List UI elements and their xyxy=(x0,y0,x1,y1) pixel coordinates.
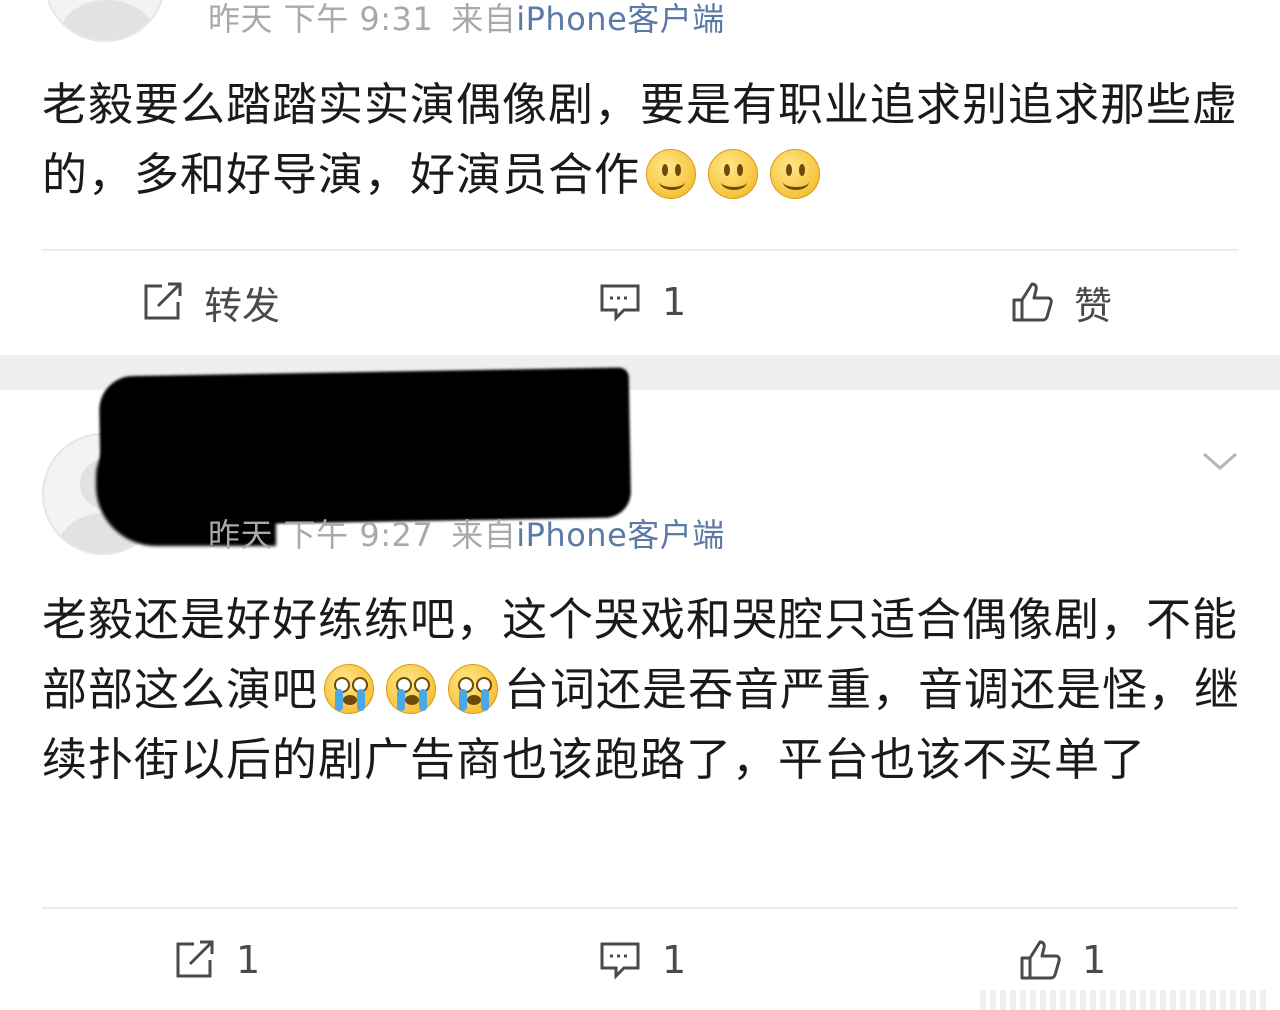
comment-icon xyxy=(600,942,640,980)
repost-count: 1 xyxy=(236,938,261,982)
repost-icon xyxy=(176,940,214,978)
crying-emoji xyxy=(448,664,499,714)
comment-icon xyxy=(600,284,640,322)
chevron-down-icon[interactable] xyxy=(1200,446,1240,476)
post-content: 老毅要么踏踏实实演偶像剧，要是有职业追求别追求那些虚的，多和好导演，好演员合作 xyxy=(42,70,1242,210)
post-time: 昨天 下午 9:27 xyxy=(208,516,434,554)
like-button[interactable]: 赞 xyxy=(1010,276,1112,328)
repost-label: 转发 xyxy=(204,283,281,328)
repost-button[interactable]: 转发 xyxy=(140,276,280,328)
avatar-shoulders xyxy=(60,0,154,40)
post-time: 昨天 下午 9:31 xyxy=(208,0,434,38)
source-link[interactable]: iPhone客户端 xyxy=(516,516,725,554)
post-meta: 昨天 下午 9:31 来自iPhone客户端 xyxy=(208,0,725,40)
smile-emoji xyxy=(708,149,759,199)
comment-button[interactable]: 1 xyxy=(598,276,686,328)
smile-emoji xyxy=(646,149,697,199)
watermark xyxy=(980,990,1270,1010)
like-label: 赞 xyxy=(1074,283,1113,328)
like-count: 1 xyxy=(1082,938,1107,982)
post-1: 昨天 下午 9:31 来自iPhone客户端 老毅要么踏踏实实演偶像剧，要是有职业… xyxy=(0,0,1280,355)
smile-emoji xyxy=(770,149,821,199)
post-meta: 昨天 下午 9:27 来自iPhone客户端 xyxy=(208,510,725,556)
divider xyxy=(42,907,1238,909)
source-prefix: 来自 xyxy=(451,516,517,554)
weibo-feed: 昨天 下午 9:31 来自iPhone客户端 老毅要么踏踏实实演偶像剧，要是有职业… xyxy=(0,0,1280,1010)
comment-count: 1 xyxy=(662,938,687,982)
post-2: 昨天 下午 9:27 来自iPhone客户端 老毅还是好好练练吧，这个哭戏和哭腔只… xyxy=(0,367,1280,1010)
comment-button[interactable]: 1 xyxy=(598,934,686,986)
post-text: 老毅要么踏踏实实演偶像剧，要是有职业追求别追求那些虚的，多和好导演，好演员合作 xyxy=(42,78,1239,201)
source-prefix: 来自 xyxy=(451,0,517,38)
divider xyxy=(42,249,1238,251)
like-button[interactable]: 1 xyxy=(1018,934,1106,986)
repost-button[interactable]: 1 xyxy=(172,934,260,986)
action-bar: 转发 1 赞 xyxy=(0,252,1280,352)
crying-emoji xyxy=(324,664,375,714)
source-link[interactable]: iPhone客户端 xyxy=(516,0,725,38)
repost-icon xyxy=(144,282,182,320)
post-content: 老毅还是好好练练吧，这个哭戏和哭腔只适合偶像剧，不能部部这么演吧 台词还是吞音严重… xyxy=(42,585,1242,795)
crying-emoji xyxy=(386,664,437,714)
thumbs-up-icon xyxy=(1020,940,1061,980)
avatar[interactable] xyxy=(44,0,166,42)
comment-count: 1 xyxy=(662,280,687,324)
thumbs-up-icon xyxy=(1012,282,1053,322)
